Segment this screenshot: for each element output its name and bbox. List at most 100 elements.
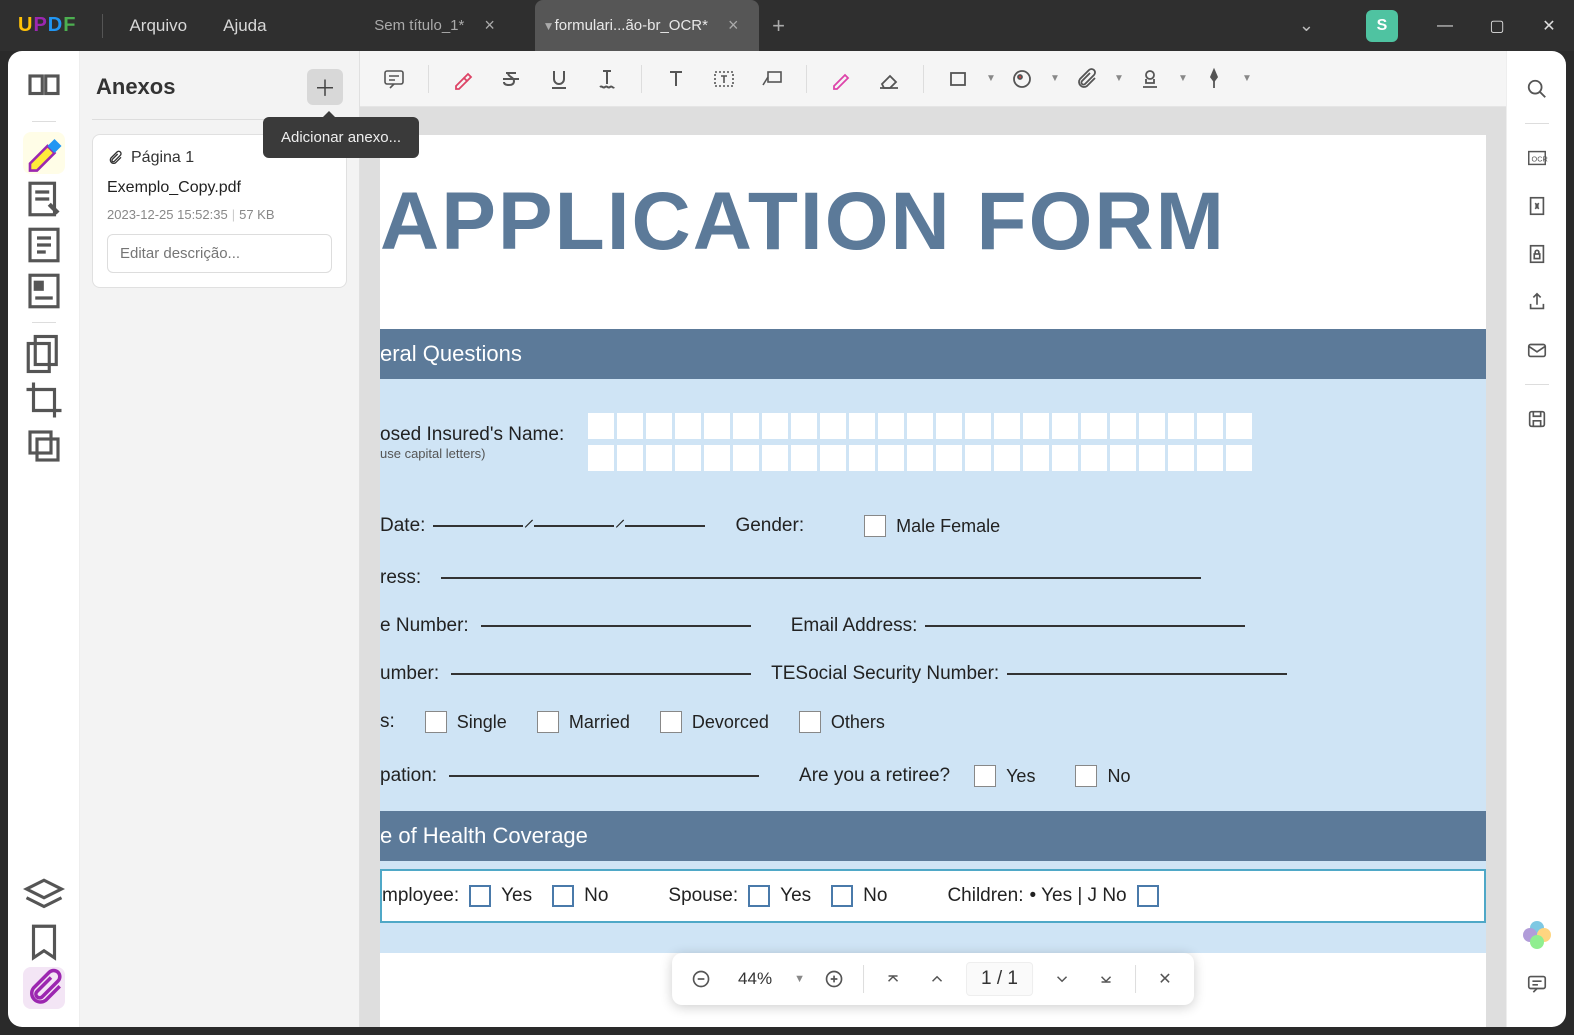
field-label: Date: — [380, 515, 425, 537]
checkbox[interactable] — [660, 711, 682, 733]
chevron-down-icon[interactable]: ▼ — [794, 973, 805, 985]
close-button[interactable]: ✕ — [1534, 11, 1564, 41]
page-indicator[interactable]: 1 / 1 — [966, 962, 1033, 996]
checkbox[interactable] — [469, 885, 491, 907]
attachment-tool-icon[interactable] — [1066, 59, 1106, 99]
dropdown-icon[interactable]: ▼ — [1114, 73, 1122, 84]
checkbox[interactable] — [1075, 765, 1097, 787]
tab-label: formulari...ão-br_OCR* — [555, 17, 708, 34]
input-line[interactable] — [534, 525, 614, 527]
protect-icon[interactable] — [1519, 236, 1555, 272]
tab-inactive[interactable]: Sem título_1* × — [335, 0, 535, 51]
outline-icon[interactable] — [23, 224, 65, 266]
document-viewport[interactable]: APPLICATION FORM eral Questions osed Ins… — [360, 107, 1506, 1027]
search-icon[interactable] — [1519, 71, 1555, 107]
option-label: Others — [831, 712, 885, 733]
form-icon[interactable] — [23, 270, 65, 312]
option-label: No — [1107, 766, 1130, 787]
copy-icon[interactable] — [23, 425, 65, 467]
checkbox[interactable] — [831, 885, 853, 907]
input-boxes[interactable] — [588, 413, 1252, 439]
svg-text:OCR: OCR — [1531, 155, 1547, 164]
highlight-icon[interactable] — [443, 59, 483, 99]
checkbox[interactable] — [1137, 885, 1159, 907]
input-line[interactable] — [449, 775, 759, 777]
paperclip-icon — [107, 150, 123, 166]
dropdown-icon[interactable]: ▼ — [1242, 73, 1250, 84]
maximize-button[interactable]: ▢ — [1482, 11, 1512, 41]
edit-text-icon[interactable] — [23, 178, 65, 220]
checkbox[interactable] — [974, 765, 996, 787]
ocr-icon[interactable]: OCR — [1519, 140, 1555, 176]
add-attachment-button[interactable]: ＋ Adicionar anexo... — [307, 69, 343, 105]
feedback-icon[interactable] — [1519, 965, 1555, 1001]
email-icon[interactable] — [1519, 332, 1555, 368]
avatar[interactable]: S — [1366, 10, 1398, 42]
callout-icon[interactable] — [752, 59, 792, 99]
highlighter-icon[interactable] — [23, 132, 65, 174]
input-line[interactable] — [925, 625, 1245, 627]
new-tab-button[interactable]: + — [759, 13, 799, 39]
chevron-down-icon[interactable]: ▼ — [543, 19, 555, 33]
input-line[interactable] — [433, 525, 523, 527]
chevron-down-icon[interactable]: ⌄ — [1299, 15, 1314, 36]
checkbox[interactable] — [425, 711, 447, 733]
next-page-button[interactable] — [1047, 964, 1077, 994]
squiggly-icon[interactable] — [587, 59, 627, 99]
save-icon[interactable] — [1519, 401, 1555, 437]
checkbox[interactable] — [537, 711, 559, 733]
checkbox[interactable] — [552, 885, 574, 907]
dropdown-icon[interactable]: ▼ — [1050, 73, 1058, 84]
input-line[interactable] — [1007, 673, 1287, 675]
close-icon[interactable]: × — [728, 15, 739, 36]
signature-icon[interactable] — [1194, 59, 1234, 99]
text-icon[interactable] — [656, 59, 696, 99]
strikethrough-icon[interactable] — [491, 59, 531, 99]
input-line[interactable] — [451, 673, 751, 675]
underline-icon[interactable] — [539, 59, 579, 99]
tab-active[interactable]: ▼ formulari...ão-br_OCR* × — [535, 0, 759, 51]
last-page-button[interactable] — [1091, 964, 1121, 994]
pdf-page: APPLICATION FORM eral Questions osed Ins… — [380, 135, 1486, 1027]
dropdown-icon[interactable]: ▼ — [986, 73, 994, 84]
menu-help[interactable]: Ajuda — [205, 16, 284, 36]
description-input[interactable] — [107, 234, 332, 273]
comment-icon[interactable] — [374, 59, 414, 99]
zoom-out-button[interactable] — [686, 964, 716, 994]
checkbox[interactable] — [799, 711, 821, 733]
stamp-icon[interactable] — [1130, 59, 1170, 99]
close-nav-button[interactable]: ✕ — [1150, 964, 1180, 994]
input-boxes[interactable] — [588, 445, 1252, 471]
share-icon[interactable] — [1519, 284, 1555, 320]
pencil-icon[interactable] — [821, 59, 861, 99]
pages-icon[interactable] — [23, 333, 65, 375]
input-line[interactable] — [441, 577, 1201, 579]
crop-icon[interactable] — [23, 379, 65, 421]
minimize-button[interactable]: — — [1430, 11, 1460, 41]
prev-page-button[interactable] — [922, 964, 952, 994]
tab-label: Sem título_1* — [374, 17, 464, 34]
convert-icon[interactable] — [1519, 188, 1555, 224]
checkbox[interactable] — [864, 515, 886, 537]
field-label: Children: — [947, 885, 1023, 907]
option-label: Male Female — [896, 516, 1000, 537]
eraser-icon[interactable] — [869, 59, 909, 99]
menu-file[interactable]: Arquivo — [111, 16, 205, 36]
shape-circle-icon[interactable] — [1002, 59, 1042, 99]
zoom-in-button[interactable] — [819, 964, 849, 994]
bookmark-icon[interactable] — [23, 921, 65, 963]
attachment-icon[interactable] — [23, 967, 65, 1009]
input-line[interactable] — [481, 625, 751, 627]
layers-icon[interactable] — [23, 875, 65, 917]
textbox-icon[interactable] — [704, 59, 744, 99]
checkbox[interactable] — [748, 885, 770, 907]
input-line[interactable] — [625, 525, 705, 527]
shape-rect-icon[interactable] — [938, 59, 978, 99]
dropdown-icon[interactable]: ▼ — [1178, 73, 1186, 84]
thumbnails-icon[interactable] — [23, 69, 65, 111]
field-label: Are you a retiree? — [799, 765, 950, 787]
ai-flower-icon[interactable] — [1519, 917, 1555, 953]
close-icon[interactable]: × — [484, 15, 495, 36]
first-page-button[interactable] — [878, 964, 908, 994]
field-label: osed Insured's Name: — [380, 424, 564, 446]
